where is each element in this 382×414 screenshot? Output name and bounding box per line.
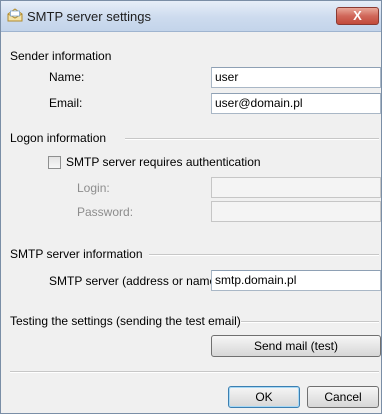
email-field[interactable]: user@domain.pl: [211, 93, 381, 114]
smtp-server-field[interactable]: smtp.domain.pl: [211, 270, 381, 291]
auth-checkbox[interactable]: [48, 156, 61, 169]
close-icon: X: [353, 8, 362, 23]
sender-section-label: Sender information: [10, 49, 112, 63]
login-field[interactable]: [211, 177, 381, 198]
title-bar[interactable]: SMTP server settings X: [1, 1, 381, 32]
smtp-separator: [149, 254, 379, 256]
send-test-mail-button[interactable]: Send mail (test): [211, 335, 381, 357]
logon-separator: [125, 138, 379, 140]
smtp-server-label: SMTP server (address or name):: [49, 274, 224, 288]
close-button[interactable]: X: [336, 7, 379, 25]
mail-envelope-icon: [7, 8, 23, 22]
footer-separator: [10, 371, 379, 373]
auth-checkbox-label[interactable]: SMTP server requires authentication: [66, 155, 261, 169]
window-title: SMTP server settings: [27, 9, 152, 24]
ok-button[interactable]: OK: [228, 386, 300, 408]
testing-section-label: Testing the settings (sending the test e…: [10, 314, 241, 328]
email-label: Email:: [49, 96, 83, 110]
name-field[interactable]: user: [211, 67, 381, 88]
name-label: Name:: [49, 70, 85, 84]
cancel-button[interactable]: Cancel: [307, 386, 379, 408]
smtp-settings-dialog: SMTP server settings X Sender informatio…: [0, 0, 382, 414]
password-label: Password:: [77, 205, 134, 219]
password-field[interactable]: [211, 201, 381, 222]
smtp-section-label: SMTP server information: [10, 247, 143, 261]
login-label: Login:: [77, 181, 110, 195]
logon-section-label: Logon information: [10, 131, 107, 145]
testing-separator: [241, 321, 379, 323]
